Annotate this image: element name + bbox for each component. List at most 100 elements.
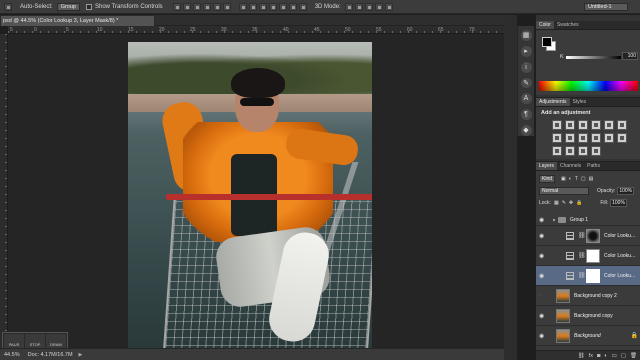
visibility-eye-off-icon[interactable]: ○ bbox=[539, 293, 543, 299]
photo-filter-icon[interactable] bbox=[578, 133, 588, 143]
filter-smart-object-icon[interactable]: ▤ bbox=[589, 176, 594, 182]
distribute-hcenter-icon[interactable] bbox=[278, 2, 287, 11]
brightness-contrast-icon[interactable] bbox=[552, 120, 562, 130]
layer-row-color-lookup[interactable]: ◉ ⛓ Color Looku... bbox=[536, 226, 640, 246]
layer-row-color-lookup[interactable]: ◉ ⛓ Color Looku... bbox=[536, 246, 640, 266]
distribute-right-icon[interactable] bbox=[288, 2, 297, 11]
foreground-color-swatch[interactable] bbox=[542, 37, 552, 47]
selective-color-icon[interactable] bbox=[591, 146, 601, 156]
3d-scale-icon[interactable] bbox=[384, 2, 393, 11]
layer-row-background[interactable]: ◉ Background 🔒 bbox=[536, 326, 640, 346]
layer-thumbnail[interactable] bbox=[556, 329, 570, 343]
chain-link-icon[interactable]: ⛓ bbox=[578, 232, 586, 239]
chain-link-icon[interactable]: ⛓ bbox=[578, 252, 586, 259]
distribute-bottom-icon[interactable] bbox=[258, 2, 267, 11]
align-vcenter-icon[interactable] bbox=[182, 2, 191, 11]
character-icon[interactable]: A bbox=[520, 93, 532, 105]
align-hcenter-icon[interactable] bbox=[212, 2, 221, 11]
layer-row-color-lookup-selected[interactable]: ◉ ⛓ Color Looku... bbox=[536, 266, 640, 286]
chain-link-icon[interactable]: ⛓ bbox=[578, 272, 586, 279]
levels-icon[interactable] bbox=[565, 120, 575, 130]
color-spectrum[interactable] bbox=[539, 81, 638, 91]
black-white-icon[interactable] bbox=[565, 133, 575, 143]
tab-styles[interactable]: Styles bbox=[570, 98, 590, 106]
3d-rotate-icon[interactable] bbox=[344, 2, 353, 11]
document-tab[interactable]: psd @ 44.5% (Color Lookup 3, Layer Mask/… bbox=[0, 15, 155, 26]
status-menu-arrow-icon[interactable]: ▶ bbox=[79, 352, 83, 358]
auto-align-icon[interactable] bbox=[298, 2, 307, 11]
tab-channels[interactable]: Channels bbox=[557, 162, 584, 170]
layer-thumbnail[interactable] bbox=[556, 289, 570, 303]
distribute-vcenter-icon[interactable] bbox=[248, 2, 257, 11]
show-transform-checkbox[interactable] bbox=[85, 3, 92, 10]
layer-mask-thumbnail[interactable] bbox=[586, 249, 600, 263]
tab-adjustments[interactable]: Adjustments bbox=[536, 98, 570, 106]
3d-roll-icon[interactable] bbox=[354, 2, 363, 11]
tab-swatches[interactable]: Swatches bbox=[554, 21, 582, 29]
k-slider[interactable] bbox=[566, 56, 621, 59]
lock-transparent-icon[interactable]: ▦ bbox=[554, 200, 559, 206]
align-top-icon[interactable] bbox=[172, 2, 181, 11]
3d-pan-icon[interactable] bbox=[364, 2, 373, 11]
layer-mask-thumbnail[interactable] bbox=[586, 269, 600, 283]
visibility-eye-icon[interactable]: ◉ bbox=[539, 272, 544, 279]
lock-all-icon[interactable]: 🔒 bbox=[576, 200, 582, 206]
tab-color[interactable]: Color bbox=[536, 21, 554, 29]
lock-position-icon[interactable]: ✥ bbox=[569, 200, 573, 206]
workspace-dropdown[interactable]: Untitled-1 bbox=[584, 3, 628, 11]
layer-row-group-1[interactable]: ◉ ▼ Group 1 bbox=[536, 214, 640, 226]
visibility-eye-icon[interactable]: ◉ bbox=[539, 232, 544, 239]
zoom-level[interactable]: 44.5% bbox=[4, 352, 20, 358]
lock-image-icon[interactable]: ✎ bbox=[562, 200, 566, 206]
threshold-icon[interactable] bbox=[565, 146, 575, 156]
layer-thumbnail[interactable] bbox=[556, 309, 570, 323]
layer-row-background-copy[interactable]: ◉ Background copy bbox=[536, 306, 640, 326]
opacity-field[interactable]: 100% bbox=[617, 186, 635, 195]
new-layer-icon[interactable]: ▢ bbox=[621, 353, 626, 359]
align-left-icon[interactable] bbox=[202, 2, 211, 11]
fill-field[interactable]: 100% bbox=[610, 198, 627, 207]
folder-icon[interactable]: ▭ bbox=[612, 353, 617, 359]
filter-adjustment-icon[interactable]: ◐ bbox=[569, 176, 572, 182]
3d-icon[interactable]: ◆ bbox=[520, 125, 532, 137]
kind-filter-dropdown[interactable]: Kind bbox=[539, 174, 556, 183]
fx-icon[interactable]: fx bbox=[589, 353, 593, 359]
align-bottom-icon[interactable] bbox=[192, 2, 201, 11]
vibrance-icon[interactable] bbox=[604, 120, 614, 130]
exposure-icon[interactable] bbox=[591, 120, 601, 130]
k-value-field[interactable]: 100 bbox=[622, 52, 638, 60]
filter-type-icon[interactable]: T bbox=[575, 176, 578, 182]
brush-settings-icon[interactable]: ✎ bbox=[520, 77, 532, 89]
visibility-eye-icon[interactable]: ◉ bbox=[539, 252, 544, 259]
filter-shape-icon[interactable]: ▢ bbox=[581, 176, 586, 182]
blend-mode-dropdown[interactable]: Normal bbox=[539, 186, 589, 195]
3d-slide-icon[interactable] bbox=[374, 2, 383, 11]
filter-pixel-icon[interactable]: ▣ bbox=[561, 176, 566, 182]
layer-mask-thumbnail[interactable] bbox=[586, 229, 600, 243]
invert-icon[interactable] bbox=[617, 133, 627, 143]
gradient-map-icon[interactable] bbox=[578, 146, 588, 156]
vertical-ruler[interactable] bbox=[0, 34, 8, 348]
tab-paths[interactable]: Paths bbox=[584, 162, 603, 170]
paragraph-icon[interactable]: ¶ bbox=[520, 109, 532, 121]
visibility-eye-icon[interactable]: ◉ bbox=[539, 312, 544, 319]
document-canvas-photo[interactable] bbox=[128, 42, 372, 348]
tab-layers[interactable]: Layers bbox=[536, 162, 558, 170]
link-icon[interactable]: ⛓ bbox=[578, 353, 585, 359]
mask-icon[interactable]: ◙ bbox=[597, 353, 600, 359]
hue-saturation-icon[interactable] bbox=[617, 120, 627, 130]
auto-select-dropdown[interactable]: Group bbox=[56, 2, 80, 11]
layer-row-background-copy-2[interactable]: ○ Background copy 2 bbox=[536, 286, 640, 306]
curves-icon[interactable] bbox=[578, 120, 588, 130]
color-balance-icon[interactable] bbox=[552, 133, 562, 143]
visibility-eye-icon[interactable]: ◉ bbox=[539, 216, 544, 223]
channel-mixer-icon[interactable] bbox=[591, 133, 601, 143]
color-lookup-icon[interactable] bbox=[604, 133, 614, 143]
distribute-left-icon[interactable] bbox=[268, 2, 277, 11]
visibility-eye-icon[interactable]: ◉ bbox=[539, 332, 544, 339]
posterize-icon[interactable] bbox=[552, 146, 562, 156]
distribute-top-icon[interactable] bbox=[238, 2, 247, 11]
expand-arrow-icon[interactable]: ▼ bbox=[552, 217, 556, 222]
trash-icon[interactable]: 🗑 bbox=[630, 353, 637, 359]
align-right-icon[interactable] bbox=[222, 2, 231, 11]
